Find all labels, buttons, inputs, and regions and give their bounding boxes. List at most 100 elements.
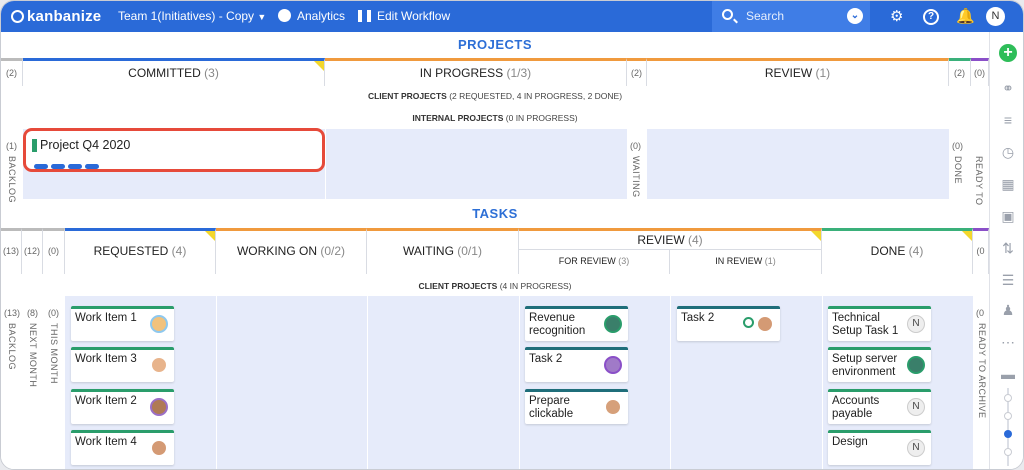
logo-icon xyxy=(11,10,24,23)
subtask-dot xyxy=(51,164,65,169)
filter-icon[interactable]: ≡ xyxy=(1000,112,1016,128)
projects-internal-lane-title[interactable]: INTERNAL PROJECTS (0 IN PROGRESS) xyxy=(1,113,989,123)
workflow-icon xyxy=(358,10,371,22)
notifications-bell-icon[interactable]: 🔔 xyxy=(956,1,975,32)
help-icon[interactable]: ? xyxy=(923,1,939,32)
task-card[interactable]: Work Item 3 xyxy=(71,347,174,382)
right-toolbar: + ⚭ ≡ ◷ ▦ ▣ ⇅ ☰ ♟ ⋯ ▬ xyxy=(989,32,1023,469)
task-card[interactable]: Work Item 2 xyxy=(71,389,174,424)
user-avatar-icon xyxy=(150,315,168,333)
projects-mid-count-b[interactable]: (2) xyxy=(949,58,971,86)
edit-workflow-button[interactable]: Edit Workflow xyxy=(358,1,450,32)
tasks-next-month-label[interactable]: NEXT MONTH xyxy=(28,323,38,387)
task-card[interactable]: Prepare clickable xyxy=(525,389,628,424)
tasks-right-count[interactable]: (0 xyxy=(973,228,989,274)
projects-mid-count-a[interactable]: (2) xyxy=(627,58,647,86)
chevron-down-icon: ▼ xyxy=(257,12,267,22)
in-progress-internal-cell[interactable] xyxy=(325,129,627,199)
card-accent-bar xyxy=(32,139,37,152)
waiting-label[interactable]: WAITING xyxy=(631,156,641,198)
task-card[interactable]: Task 2 xyxy=(525,347,628,382)
backlog-count: (1) xyxy=(6,141,17,151)
task-card[interactable]: Work Item 1 xyxy=(71,306,174,341)
search-input[interactable]: Search xyxy=(746,1,784,32)
committed-column-header[interactable]: COMMITTED (3) xyxy=(23,58,325,86)
wip-flag-icon xyxy=(962,231,972,241)
in-progress-column-header[interactable]: IN PROGRESS (1/3) xyxy=(325,58,627,86)
task-card[interactable]: Technical Setup Task 1N xyxy=(828,306,931,341)
tasks-this-month-label[interactable]: THIS MONTH xyxy=(49,323,59,384)
subtask-dot xyxy=(68,164,82,169)
user-avatar-icon xyxy=(604,356,622,374)
projects-client-lane-title[interactable]: CLIENT PROJECTS (2 REQUESTED, 4 IN PROGR… xyxy=(1,91,989,101)
tasks-client-lane-title[interactable]: CLIENT PROJECTS (4 IN PROGRESS) xyxy=(1,281,989,291)
task-card[interactable]: Accounts payable N xyxy=(828,389,931,424)
tasks-this-month-count[interactable]: (0) xyxy=(43,228,65,274)
projects-left-count[interactable]: (2) xyxy=(1,58,23,86)
tasks-backlog-lane-count: (13) xyxy=(4,308,21,318)
zoom-slider[interactable] xyxy=(1004,388,1012,466)
archive-icon[interactable]: ⚭ xyxy=(1000,80,1016,96)
tasks-section-title: TASKS xyxy=(472,206,518,221)
in-review-subcolumn-header[interactable]: IN REVIEW (1) xyxy=(670,250,822,274)
waiting-count: (0) xyxy=(630,141,641,151)
workspace-selector[interactable]: Team 1(Initiatives) - Copy ▼ xyxy=(118,1,266,32)
tasks-this-month-lane-count: (0) xyxy=(48,308,59,318)
add-icon[interactable]: + xyxy=(999,44,1017,62)
add-user-icon[interactable]: ♟ xyxy=(1000,302,1016,318)
projects-section-title: PROJECTS xyxy=(457,37,533,52)
wip-flag-icon xyxy=(811,231,821,241)
user-avatar-icon xyxy=(756,315,774,333)
tasks-next-month-count[interactable]: (12) xyxy=(22,228,43,274)
sort-icon[interactable]: ⇅ xyxy=(1000,240,1016,256)
app-window: kanbanize Team 1(Initiatives) - Copy ▼ A… xyxy=(0,0,1024,470)
kanbanize-logo[interactable]: kanbanize xyxy=(11,1,101,32)
ready-label[interactable]: READY TO xyxy=(974,156,984,206)
image-icon[interactable]: ▣ xyxy=(1000,208,1016,224)
zoom-handle[interactable] xyxy=(1004,430,1012,438)
waiting-column-header[interactable]: WAITING (0/1) xyxy=(367,228,519,274)
top-navigation-bar: kanbanize Team 1(Initiatives) - Copy ▼ A… xyxy=(1,1,1023,32)
done-count: (0) xyxy=(952,141,963,151)
project-card[interactable]: Project Q4 2020 xyxy=(23,128,325,172)
review-column-header[interactable]: REVIEW (1) xyxy=(647,58,949,86)
tasks-ready-archive-count: (0 xyxy=(976,308,985,318)
search-box[interactable]: Search ⌄ xyxy=(712,1,870,32)
tasks-backlog-count[interactable]: (13) xyxy=(1,228,22,274)
more-options-icon[interactable]: ⋯ xyxy=(1000,334,1016,350)
task-card[interactable]: Setup server environment xyxy=(828,347,931,382)
working-on-cell[interactable] xyxy=(217,296,367,469)
waiting-cell[interactable] xyxy=(368,296,519,469)
user-initial-badge: N xyxy=(907,439,925,457)
done-label[interactable]: DONE xyxy=(953,156,963,184)
wip-flag-icon xyxy=(314,61,324,71)
task-card[interactable]: Work Item 4 xyxy=(71,430,174,465)
for-review-subcolumn-header[interactable]: FOR REVIEW (3) xyxy=(519,250,670,274)
search-options-chevron-icon[interactable]: ⌄ xyxy=(847,8,863,24)
clock-icon[interactable]: ◷ xyxy=(1000,144,1016,160)
backlog-label[interactable]: BACKLOG xyxy=(7,156,17,203)
list-view-icon[interactable]: ☰ xyxy=(1000,272,1016,288)
requested-column-header[interactable]: REQUESTED (4) xyxy=(65,228,216,274)
done-task-column-header[interactable]: DONE (4) xyxy=(822,228,973,274)
working-on-column-header[interactable]: WORKING ON (0/2) xyxy=(216,228,367,274)
review-task-column-header[interactable]: REVIEW (4) xyxy=(519,228,822,250)
user-avatar-icon xyxy=(150,356,168,374)
tasks-backlog-label[interactable]: BACKLOG xyxy=(7,323,17,370)
user-initial-badge: N xyxy=(907,315,925,333)
wip-flag-icon xyxy=(205,231,215,241)
task-card[interactable]: Task 2 xyxy=(677,306,780,341)
analytics-button[interactable]: Analytics xyxy=(278,1,345,32)
user-avatar[interactable]: N xyxy=(986,7,1005,26)
user-initial-badge: N xyxy=(907,398,925,416)
timer-icon xyxy=(743,317,754,328)
tasks-ready-archive-label[interactable]: READY TO ARCHIVE xyxy=(977,323,987,419)
card-view-icon[interactable]: ▬ xyxy=(1000,366,1016,382)
tasks-next-month-lane-count: (8) xyxy=(27,308,38,318)
review-internal-cell[interactable] xyxy=(647,129,949,199)
task-card[interactable]: Design N xyxy=(828,430,931,465)
projects-right-count[interactable]: (0) xyxy=(971,58,989,86)
task-card[interactable]: Revenue recognition xyxy=(525,306,628,341)
columns-icon[interactable]: ▦ xyxy=(1000,176,1016,192)
user-settings-icon[interactable]: ⚙ xyxy=(890,1,903,32)
